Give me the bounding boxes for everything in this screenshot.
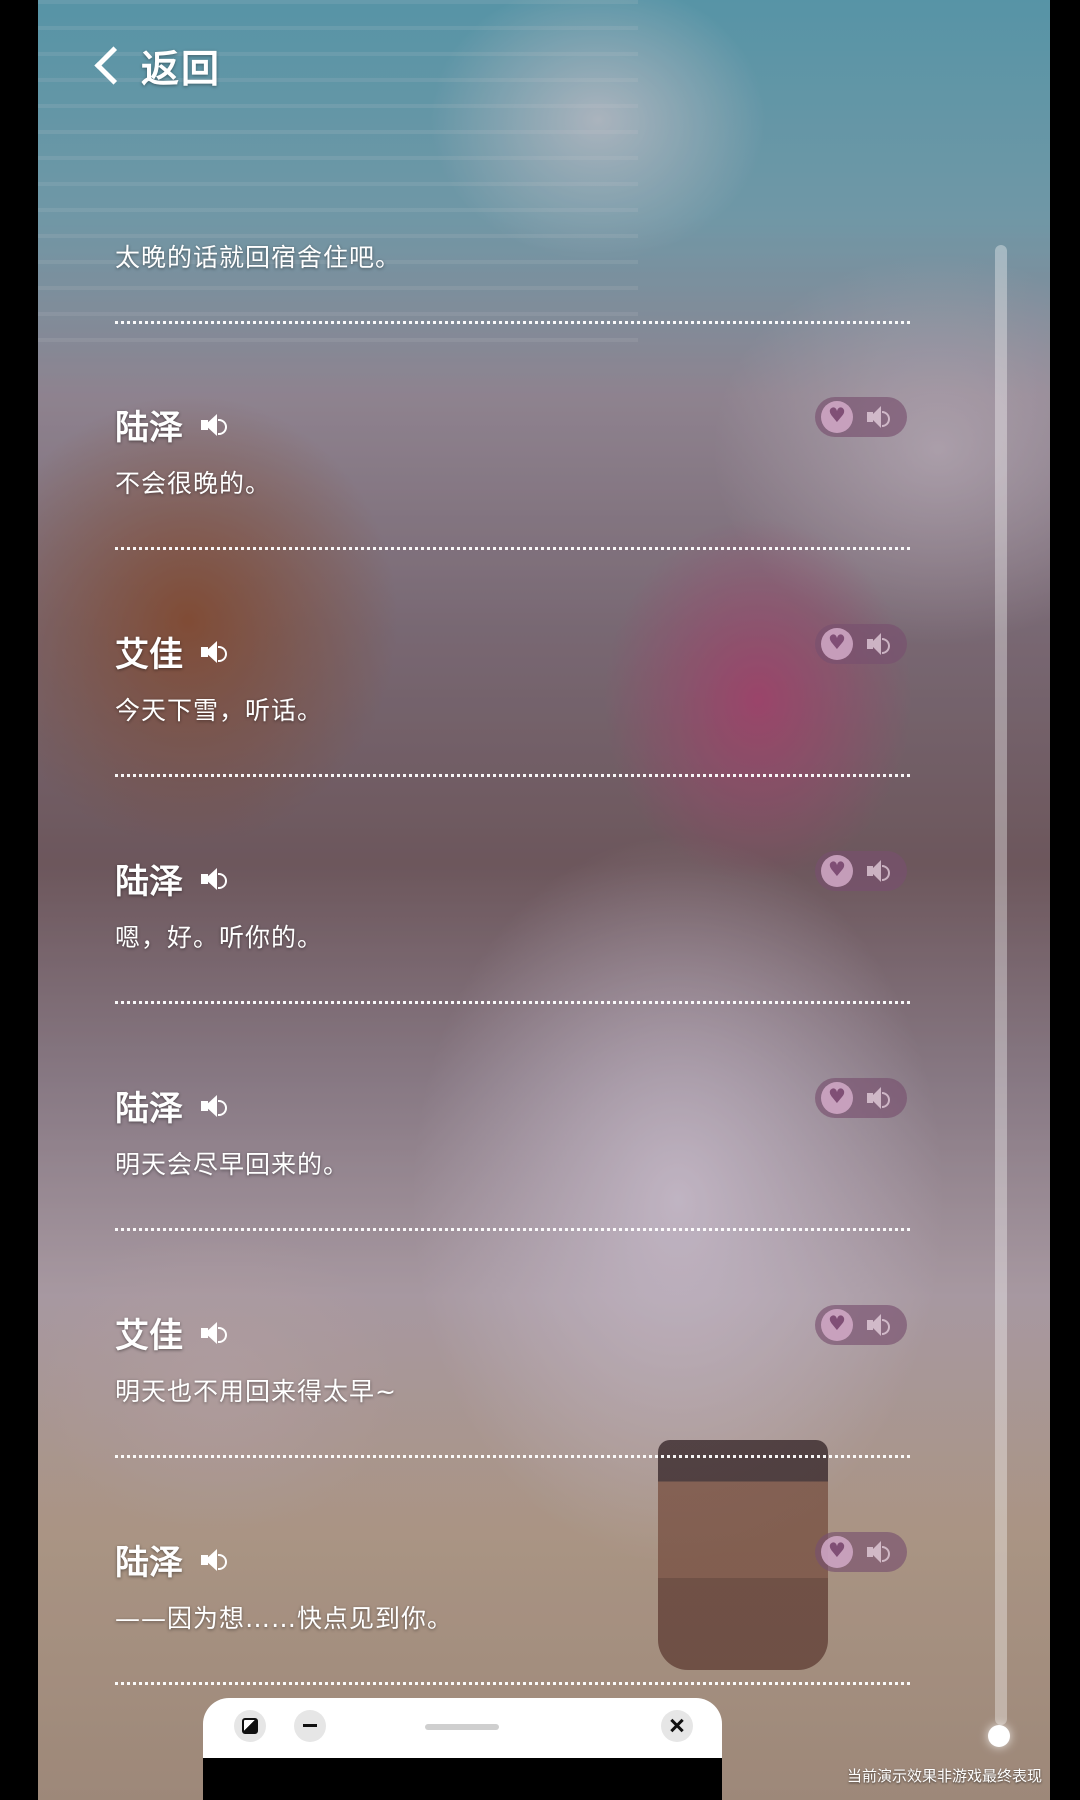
heart-icon[interactable] [821,1309,853,1341]
volume-icon[interactable] [867,633,891,655]
disclaimer-text: 当前演示效果非游戏最终表现 [846,1767,1042,1785]
contrast-icon[interactable] [234,1710,266,1742]
volume-icon[interactable] [867,1541,891,1563]
speaker-icon[interactable] [201,413,227,436]
dialogue-text: ——因为想……快点见到你。 [115,1604,454,1633]
volume-icon[interactable] [867,406,891,428]
heart-icon[interactable] [821,401,853,433]
minus-icon[interactable] [294,1710,326,1742]
speaker-row: 陆泽 [115,1081,227,1130]
divider [115,1455,910,1458]
speaker-icon[interactable] [201,640,227,663]
dialogue-text: 今天下雪，听话。 [115,696,324,725]
speaker-name: 陆泽 [115,862,183,902]
speaker-name: 陆泽 [115,1089,183,1129]
speaker-icon[interactable] [201,1094,227,1117]
speaker-icon[interactable] [201,1548,227,1571]
speaker-row: 艾佳 [115,1308,227,1357]
speaker-name: 艾佳 [115,1316,183,1356]
dialogue-text: 嗯，好。听你的。 [115,923,324,952]
divider [115,547,910,550]
volume-icon[interactable] [867,860,891,882]
dialogue-text: 太晚的话就回宿舍住吧。 [115,243,402,272]
heart-icon[interactable] [821,1536,853,1568]
drag-handle[interactable] [425,1724,499,1730]
speaker-row: 陆泽 [115,400,227,449]
floating-toolbar [203,1698,722,1800]
speaker-name: 陆泽 [115,408,183,448]
scrollbar-track[interactable] [995,245,1007,1725]
dialogue-text: 明天也不用回来得太早~ [115,1377,397,1406]
favorite-replay-toggle[interactable] [815,1078,907,1118]
speaker-name: 陆泽 [115,1543,183,1583]
favorite-replay-toggle[interactable] [815,397,907,437]
heart-icon[interactable] [821,855,853,887]
dialogue-text: 不会很晚的。 [115,469,272,498]
divider [115,1001,910,1004]
speaker-icon[interactable] [201,867,227,890]
heart-icon[interactable] [821,628,853,660]
speaker-row: 陆泽 [115,1535,227,1584]
favorite-replay-toggle[interactable] [815,851,907,891]
speaker-row: 艾佳 [115,627,227,676]
close-icon[interactable] [661,1710,693,1742]
dialogue-log: 太晚的话就回宿舍住吧。 陆泽 不会很晚的。 艾佳 今天下雪，听话。 陆泽 嗯，好… [0,0,1080,1800]
dialogue-text: 明天会尽早回来的。 [115,1150,350,1179]
heart-icon[interactable] [821,1082,853,1114]
favorite-replay-toggle[interactable] [815,624,907,664]
favorite-replay-toggle[interactable] [815,1305,907,1345]
volume-icon[interactable] [867,1314,891,1336]
speaker-row: 陆泽 [115,854,227,903]
scrollbar-thumb[interactable] [988,1725,1010,1747]
speaker-icon[interactable] [201,1321,227,1344]
divider [115,774,910,777]
speaker-name: 艾佳 [115,635,183,675]
divider [115,321,910,324]
volume-icon[interactable] [867,1087,891,1109]
divider [115,1682,910,1685]
toolbar-base [203,1758,722,1800]
divider [115,1228,910,1231]
favorite-replay-toggle[interactable] [815,1532,907,1572]
